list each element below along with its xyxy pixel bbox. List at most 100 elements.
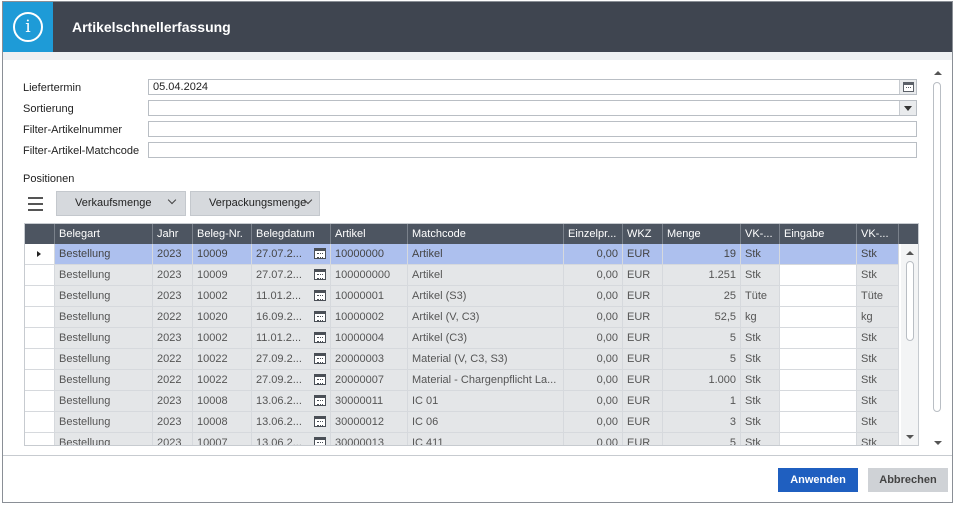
- filter-matchcode-input[interactable]: [148, 142, 917, 158]
- header-cell-menge[interactable]: Menge: [663, 224, 741, 244]
- header-cell-einzelpreis[interactable]: Einzelpr...: [564, 224, 623, 244]
- scroll-down-icon[interactable]: [906, 435, 914, 439]
- cell-wkz: EUR: [623, 307, 663, 327]
- cell-value: 0,00: [596, 353, 618, 365]
- row-indicator[interactable]: [25, 370, 55, 390]
- cell-eingabe[interactable]: [780, 370, 857, 390]
- cell-einzelpreis: 0,00: [564, 370, 623, 390]
- apply-button[interactable]: Anwenden: [778, 468, 858, 492]
- group-verpackungsmenge-button[interactable]: Verpackungsmenge: [190, 191, 320, 216]
- header-cell-vk-einheit[interactable]: VK-...: [741, 224, 780, 244]
- header-cell-matchcode[interactable]: Matchcode: [408, 224, 564, 244]
- filter-artikelnummer-input[interactable]: [148, 121, 917, 137]
- grid-scroll-thumb[interactable]: [906, 261, 914, 341]
- cell-value: 27.09.2...: [256, 374, 302, 386]
- cell-matchcode: Artikel: [408, 244, 564, 264]
- cell-belegart: Bestellung: [55, 412, 153, 432]
- calendar-icon[interactable]: [314, 290, 326, 301]
- menu-icon[interactable]: [28, 197, 43, 211]
- cell-belegart: Bestellung: [55, 286, 153, 306]
- table-row[interactable]: Bestellung 2023 10008 13.06.2... 30000012 IC …: [25, 412, 899, 433]
- scroll-up-icon[interactable]: [906, 251, 914, 255]
- header-cell-vk-einheit-2[interactable]: VK-...: [857, 224, 899, 244]
- cell-jahr: 2023: [153, 265, 193, 285]
- calendar-icon[interactable]: [314, 374, 326, 385]
- cell-eingabe[interactable]: [780, 412, 857, 432]
- cell-value: 11.01.2...: [256, 332, 302, 344]
- calendar-icon[interactable]: [314, 269, 326, 280]
- header-cell-wkz[interactable]: WKZ: [623, 224, 663, 244]
- scroll-up-icon[interactable]: [934, 71, 942, 75]
- calendar-button[interactable]: [899, 80, 916, 94]
- cell-eingabe[interactable]: [780, 328, 857, 348]
- sortierung-select[interactable]: [148, 100, 917, 116]
- calendar-icon[interactable]: [314, 248, 326, 259]
- cell-eingabe[interactable]: [780, 307, 857, 327]
- cell-value: Bestellung: [59, 437, 111, 446]
- calendar-icon[interactable]: [314, 395, 326, 406]
- cell-eingabe[interactable]: [780, 391, 857, 411]
- cell-value: 2023: [157, 416, 182, 428]
- table-row[interactable]: Bestellung 2023 10002 11.01.2... 10000004 Art…: [25, 328, 899, 349]
- row-indicator[interactable]: [25, 265, 55, 285]
- positions-grid: Belegart Jahr Beleg-Nr. Belegdatum Artikel Ma…: [24, 223, 919, 446]
- group-verkaufsmenge-button[interactable]: Verkaufsmenge: [56, 191, 186, 216]
- table-row[interactable]: Bestellung 2023 10007 13.06.2... 30000013 IC …: [25, 433, 899, 446]
- cell-eingabe[interactable]: [780, 265, 857, 285]
- cell-jahr: 2023: [153, 328, 193, 348]
- header-cell-jahr[interactable]: Jahr: [153, 224, 193, 244]
- header-cell-beleg-nr[interactable]: Beleg-Nr.: [193, 224, 252, 244]
- cell-artikel: 100000000: [331, 265, 408, 285]
- cell-eingabe[interactable]: [780, 244, 857, 264]
- cell-value: 20000007: [335, 374, 384, 386]
- table-row[interactable]: Bestellung 2023 10002 11.01.2... 10000001 Art…: [25, 286, 899, 307]
- row-indicator[interactable]: [25, 391, 55, 411]
- row-indicator[interactable]: [25, 244, 55, 264]
- table-row[interactable]: Bestellung 2023 10009 27.07.2... 100000000 Ar…: [25, 265, 899, 286]
- calendar-icon[interactable]: [314, 311, 326, 322]
- header-cell-belegart[interactable]: Belegart: [55, 224, 153, 244]
- row-indicator[interactable]: [25, 349, 55, 369]
- cell-beleg-nr: 10008: [193, 412, 252, 432]
- row-indicator[interactable]: [25, 307, 55, 327]
- cell-eingabe[interactable]: [780, 349, 857, 369]
- row-indicator[interactable]: [25, 412, 55, 432]
- calendar-icon[interactable]: [314, 437, 326, 445]
- table-row[interactable]: Bestellung 2023 10008 13.06.2... 30000011 IC …: [25, 391, 899, 412]
- calendar-icon[interactable]: [314, 332, 326, 343]
- calendar-icon[interactable]: [314, 353, 326, 364]
- table-row[interactable]: Bestellung 2022 10022 27.09.2... 20000007 Mat…: [25, 370, 899, 391]
- header-cell-eingabe[interactable]: Eingabe: [780, 224, 857, 244]
- cell-belegart: Bestellung: [55, 328, 153, 348]
- cell-value: Bestellung: [59, 374, 111, 386]
- scroll-down-icon[interactable]: [934, 441, 942, 445]
- table-row[interactable]: Bestellung 2022 10022 27.09.2... 20000003 Mat…: [25, 349, 899, 370]
- header-cell-belegdatum[interactable]: Belegdatum: [252, 224, 331, 244]
- cell-vk-einheit: Stk: [741, 370, 780, 390]
- dialog-scrollbar[interactable]: [931, 68, 945, 448]
- cell-value: 2022: [157, 311, 182, 323]
- cell-belegart: Bestellung: [55, 370, 153, 390]
- cell-eingabe[interactable]: [780, 286, 857, 306]
- table-row[interactable]: Bestellung 2022 10020 16.09.2... 10000002 Art…: [25, 307, 899, 328]
- cell-belegart: Bestellung: [55, 307, 153, 327]
- liefertermin-field[interactable]: 05.04.2024: [148, 79, 917, 95]
- table-row[interactable]: Bestellung 2023 10009 27.07.2... 10000000 Art…: [25, 244, 899, 265]
- cell-value: 0,00: [596, 416, 618, 428]
- row-indicator[interactable]: [25, 433, 55, 445]
- row-indicator[interactable]: [25, 286, 55, 306]
- cell-jahr: 2023: [153, 391, 193, 411]
- cell-eingabe[interactable]: [780, 433, 857, 445]
- cell-jahr: 2023: [153, 286, 193, 306]
- row-indicator[interactable]: [25, 328, 55, 348]
- sortierung-dropdown-button[interactable]: [899, 101, 916, 115]
- cell-value: 20000003: [335, 353, 384, 365]
- cell-value: Bestellung: [59, 269, 111, 281]
- header-cell-artikel[interactable]: Artikel: [331, 224, 408, 244]
- calendar-icon[interactable]: [314, 416, 326, 427]
- cancel-button[interactable]: Abbrechen: [868, 468, 948, 492]
- cell-artikel: 10000000: [331, 244, 408, 264]
- dialog-scroll-thumb[interactable]: [933, 82, 941, 412]
- grid-scrollbar[interactable]: [901, 244, 918, 445]
- sortierung-label: Sortierung: [23, 103, 74, 115]
